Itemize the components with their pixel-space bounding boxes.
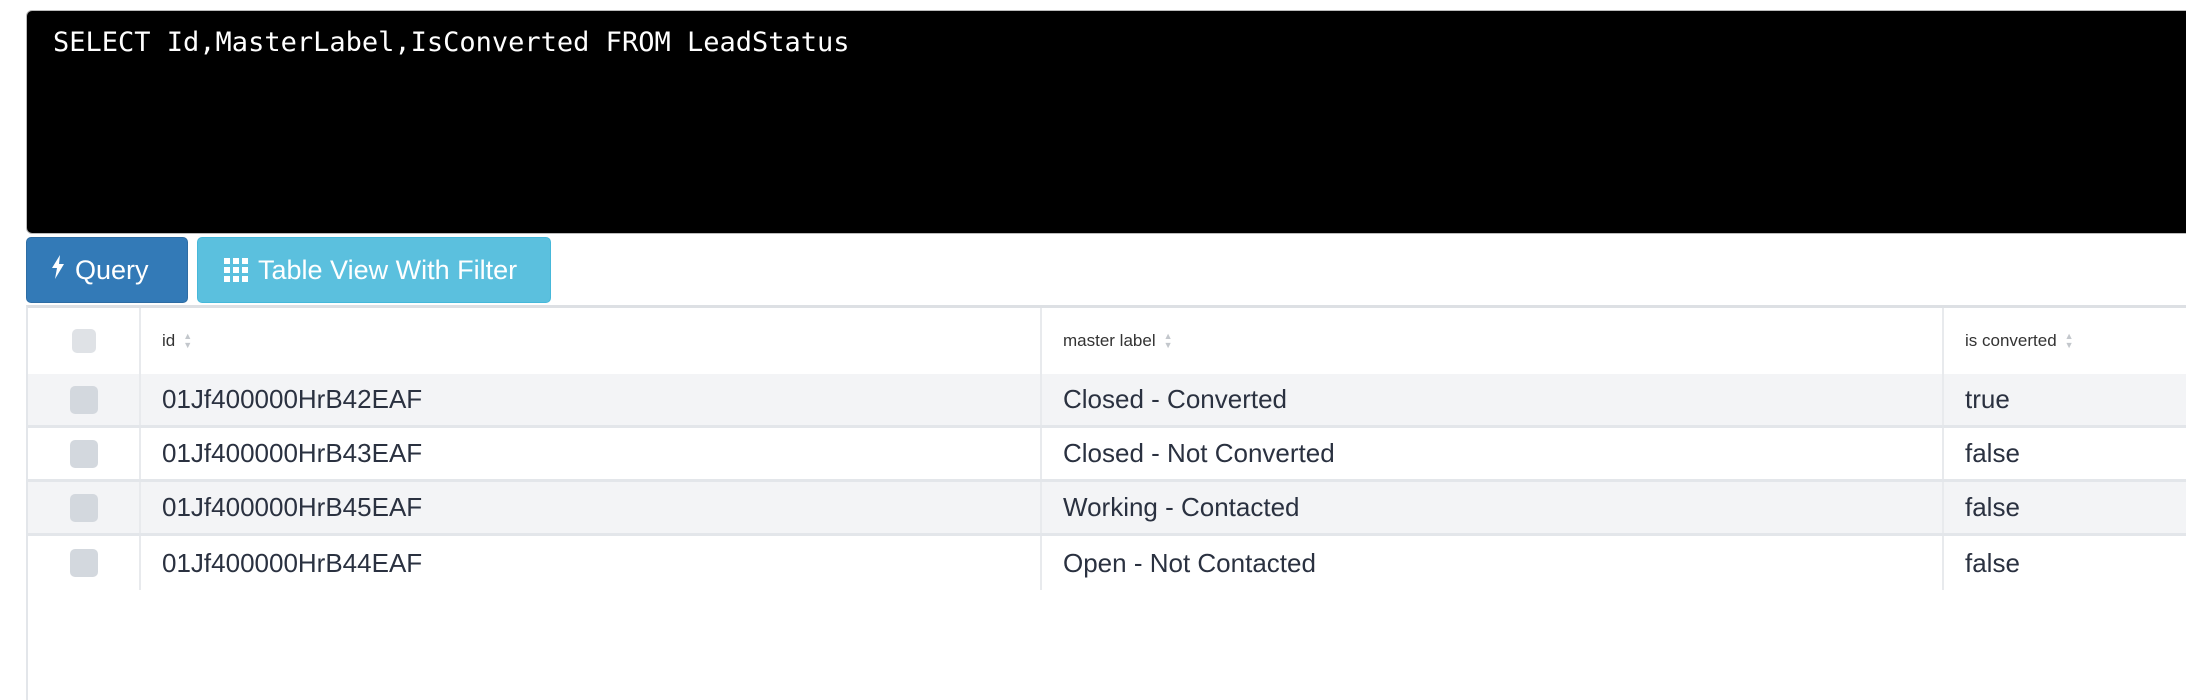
column-header-master-label[interactable]: master label ▲ ▼ [1042, 308, 1944, 374]
select-all-checkbox[interactable] [71, 329, 96, 353]
cell-id: 01Jf400000HrB42EAF [141, 374, 1042, 425]
table-view-button-label: Table View With Filter [258, 254, 518, 285]
cell-master-label: Closed - Converted [1042, 374, 1944, 425]
table-row: 01Jf400000HrB45EAF Working - Contacted f… [28, 482, 2186, 536]
sort-icon: ▲ ▼ [183, 331, 193, 350]
cell-master-label: Closed - Not Converted [1042, 428, 1944, 479]
cell-is-converted: true [1965, 384, 2010, 414]
sort-icon: ▲ ▼ [1163, 331, 1173, 350]
column-header-is-converted[interactable]: is converted ▲ ▼ [1944, 308, 2186, 374]
cell-is-converted: false [1965, 438, 2020, 468]
row-checkbox[interactable] [69, 385, 98, 414]
row-checkbox[interactable] [69, 439, 98, 468]
cell-master-label: Working - Contacted [1042, 482, 1944, 533]
soql-editor[interactable]: SELECT Id,MasterLabel,IsConverted FROM L… [26, 10, 2186, 234]
lightning-bolt-icon [51, 254, 65, 286]
row-checkbox[interactable] [69, 549, 98, 577]
row-checkbox[interactable] [69, 493, 98, 522]
cell-is-converted: false [1965, 492, 2020, 522]
table-row: 01Jf400000HrB42EAF Closed - Converted tr… [28, 374, 2186, 428]
cell-master-label: Open - Not Contacted [1042, 536, 1944, 590]
cell-id: 01Jf400000HrB45EAF [141, 482, 1042, 533]
column-header-id[interactable]: id ▲ ▼ [141, 308, 1042, 374]
query-button[interactable]: Query [26, 237, 188, 303]
query-button-label: Query [75, 254, 149, 285]
cell-id: 01Jf400000HrB43EAF [141, 428, 1042, 479]
cell-is-converted: false [1965, 547, 2020, 578]
table-row: 01Jf400000HrB44EAF Open - Not Contacted … [28, 536, 2186, 590]
table-view-with-filter-button[interactable]: Table View With Filter [197, 237, 551, 303]
cell-id: 01Jf400000HrB44EAF [141, 536, 1042, 590]
table-header-row: id ▲ ▼ master label ▲ ▼ is converted ▲ ▼ [28, 308, 2186, 377]
results-table: id ▲ ▼ master label ▲ ▼ is converted ▲ ▼ 01Jf4… [26, 305, 2186, 700]
grid-icon [224, 258, 248, 282]
table-row: 01Jf400000HrB43EAF Closed - Not Converte… [28, 428, 2186, 482]
sort-icon: ▲ ▼ [2064, 331, 2074, 350]
soql-query-text[interactable]: SELECT Id,MasterLabel,IsConverted FROM L… [53, 27, 850, 58]
